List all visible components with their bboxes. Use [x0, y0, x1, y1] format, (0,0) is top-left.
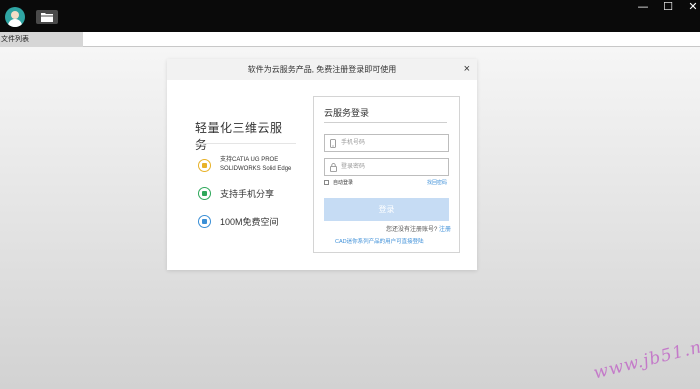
feature-share: 支持手机分享: [198, 187, 274, 200]
dialog-header: 软件为云服务产品, 免费注册登录即可使用 ×: [167, 59, 477, 80]
feature-formats-line2: SOLIDWORKS Solid Edge: [220, 166, 292, 172]
phone-input[interactable]: [341, 137, 445, 149]
no-account-text: 您还没有注册账号?: [385, 227, 438, 233]
phone-field[interactable]: [324, 134, 449, 152]
tab-bar: 文件列表: [0, 32, 700, 47]
phone-share-icon: [198, 187, 211, 200]
maximize-button[interactable]: ☐: [654, 0, 682, 14]
auto-login-row: 自动登录: [324, 179, 353, 186]
phone-icon: [330, 139, 336, 148]
avatar-head: [11, 11, 19, 19]
file-format-icon: [198, 158, 211, 172]
auto-login-checkbox[interactable]: [324, 180, 329, 185]
cad-user-login-link[interactable]: CAD迷你系列产品的用户可直接登陆: [335, 237, 424, 245]
forgot-password-link[interactable]: 找回密码: [427, 179, 447, 186]
password-field[interactable]: [324, 158, 449, 176]
login-dialog: 软件为云服务产品, 免费注册登录即可使用 × 轻量化三维云服务 支持CATIA …: [167, 59, 477, 270]
feature-storage: 100M免费空间: [198, 215, 279, 228]
register-line: 您还没有注册账号? 注册: [386, 224, 451, 233]
user-avatar-icon[interactable]: [5, 7, 25, 27]
feature-formats-line1: 支持CATIA UG PROE: [220, 157, 279, 163]
promo-divider: [196, 143, 296, 144]
title-bar: — ☐ ✕: [0, 0, 700, 32]
auto-login-label: 自动登录: [333, 180, 354, 186]
login-title-underline: [324, 122, 447, 123]
close-icon[interactable]: ×: [464, 59, 470, 80]
login-button[interactable]: 登录: [324, 198, 449, 221]
promo-title: 轻量化三维云服务: [195, 121, 283, 152]
close-window-button[interactable]: ✕: [679, 0, 700, 14]
tab-file-list[interactable]: 文件列表: [0, 32, 83, 47]
dialog-header-text: 软件为云服务产品, 免费注册登录即可使用: [247, 65, 397, 74]
lock-icon: [330, 163, 337, 172]
login-panel: 云服务登录 自动登录 找回密码 登录 您还没有注册账号? 注册 CAD: [313, 96, 460, 253]
minimize-button[interactable]: —: [629, 0, 657, 14]
feature-storage-text: 100M免费空间: [220, 217, 279, 227]
avatar-body: [8, 19, 22, 27]
feature-share-text: 支持手机分享: [220, 189, 275, 199]
password-input[interactable]: [341, 161, 445, 173]
folder-glyph: [41, 13, 53, 22]
login-title: 云服务登录: [324, 108, 370, 118]
folder-icon[interactable]: [36, 10, 58, 24]
register-link[interactable]: 注册: [439, 227, 451, 233]
feature-formats-text: 支持CATIA UG PROE SOLIDWORKS Solid Edge: [220, 156, 291, 174]
cloud-storage-icon: [198, 215, 211, 228]
feature-formats: 支持CATIA UG PROE SOLIDWORKS Solid Edge: [198, 156, 291, 174]
